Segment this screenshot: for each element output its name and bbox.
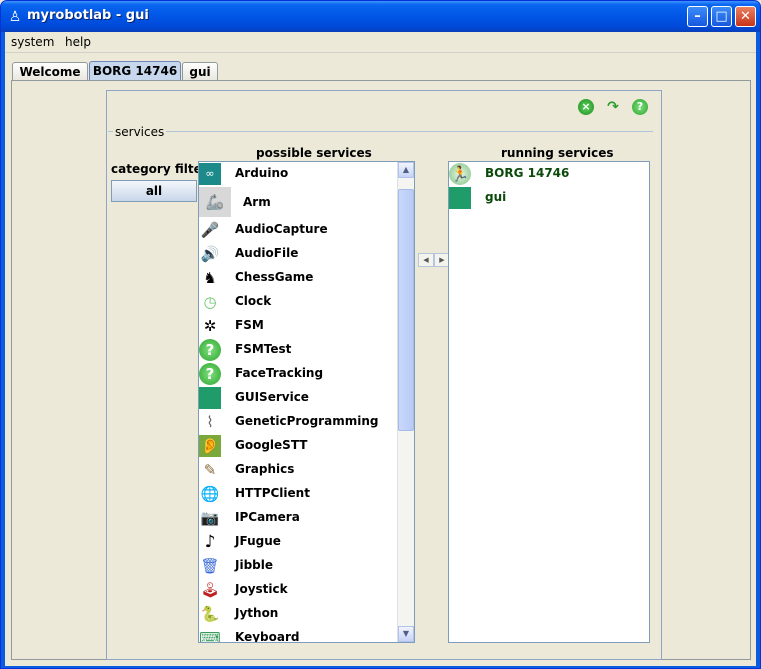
list-item[interactable]: 👂 GoogleSTT (199, 434, 414, 458)
service-panel: × ↷ ? services category filters all poss… (106, 90, 662, 660)
list-item[interactable]: 📷 IPCamera (199, 506, 414, 530)
list-item[interactable]: 🌐 HTTPClient (199, 482, 414, 506)
list-item[interactable]: GUIService (199, 386, 414, 410)
camera-icon: 📷 (200, 509, 220, 527)
menu-bar: system help (5, 32, 756, 53)
list-item[interactable]: 🕹 Joystick (199, 578, 414, 602)
jibble-icon: 🗑 (200, 557, 220, 575)
genetic-icon: ⌇ (206, 413, 214, 431)
list-item[interactable]: gui (449, 186, 649, 210)
title-bar[interactable]: ♙ myrobotlab - gui – □ ✕ (1, 1, 760, 32)
list-item[interactable]: ♪ JFugue (199, 530, 414, 554)
joystick-icon: 🕹 (200, 581, 220, 599)
list-item[interactable]: ? FaceTracking (199, 362, 414, 386)
microphone-icon: 🎤 (200, 221, 220, 239)
chess-icon: ♞ (203, 269, 217, 287)
app-icon: ♙ (8, 9, 22, 25)
ear-icon: 👂 (199, 435, 221, 457)
list-item[interactable]: 🎤 AudioCapture (199, 218, 414, 242)
help-icon: ? (199, 339, 221, 361)
monitor-icon (449, 187, 471, 209)
tab-borg[interactable]: BORG 14746 (89, 61, 181, 80)
close-button[interactable]: ✕ (735, 6, 756, 27)
menu-system[interactable]: system (11, 35, 54, 49)
refresh-icon[interactable]: ↷ (605, 99, 621, 115)
clock-icon: ◷ (203, 293, 217, 311)
release-icon[interactable]: × (578, 99, 594, 115)
tab-gui[interactable]: gui (182, 62, 218, 80)
list-item[interactable]: ? FSMTest (199, 338, 414, 362)
python-icon: 🐍 (200, 605, 220, 623)
possible-services-scrollbar[interactable]: ▲ ▼ (397, 162, 414, 642)
minimize-button[interactable]: – (687, 6, 708, 27)
list-item[interactable]: ✎ Graphics (199, 458, 414, 482)
running-services-header: running services (501, 146, 614, 160)
running-services-list[interactable]: 🏃 BORG 14746 gui (448, 161, 650, 643)
keyboard-icon: ⌨ (199, 629, 221, 643)
possible-services-header: possible services (256, 146, 372, 160)
arm-icon: 🦾 (199, 187, 231, 217)
list-item[interactable]: 🦾 Arm (199, 186, 414, 218)
application-window: ♙ myrobotlab - gui – □ ✕ system help Wel… (0, 0, 761, 669)
window-client-area: system help Welcome BORG 14746 gui × ↷ ?… (5, 32, 756, 666)
menu-help[interactable]: help (65, 35, 91, 49)
scroll-down-button[interactable]: ▼ (398, 626, 414, 642)
services-label: services (113, 125, 167, 139)
tab-welcome[interactable]: Welcome (12, 62, 88, 80)
speaker-icon: 🔊 (200, 245, 220, 263)
maximize-button[interactable]: □ (711, 6, 732, 27)
list-item[interactable]: ♞ ChessGame (199, 266, 414, 290)
arduino-icon: ∞ (199, 163, 221, 185)
list-item[interactable]: 🐍 Jython (199, 602, 414, 626)
list-item[interactable]: 🗑 Jibble (199, 554, 414, 578)
list-item[interactable]: ⌨ Keyboard (199, 626, 414, 643)
scroll-thumb[interactable] (398, 189, 414, 431)
runtime-icon: 🏃 (449, 163, 471, 185)
help-icon[interactable]: ? (632, 99, 648, 115)
possible-services-list[interactable]: ∞ Arduino 🦾 Arm 🎤 AudioCapture 🔊 AudioFile ♞… (198, 161, 415, 643)
fsm-icon: ✲ (203, 317, 217, 335)
list-item[interactable]: 🏃 BORG 14746 (449, 162, 649, 186)
list-item[interactable]: ✲ FSM (199, 314, 414, 338)
help-icon: ? (199, 363, 221, 385)
move-left-button[interactable]: ◀ (418, 253, 434, 267)
monitor-icon (199, 387, 221, 409)
list-item[interactable]: ⌇ GeneticProgramming (199, 410, 414, 434)
list-item[interactable]: ◷ Clock (199, 290, 414, 314)
graphics-icon: ✎ (203, 461, 217, 479)
window-title: myrobotlab - gui (27, 8, 149, 23)
music-note-icon: ♪ (204, 532, 216, 552)
http-icon: 🌐 (200, 485, 220, 503)
list-item[interactable]: ∞ Arduino (199, 162, 414, 186)
scroll-up-button[interactable]: ▲ (398, 162, 414, 178)
tab-panel: × ↷ ? services category filters all poss… (11, 80, 751, 660)
all-filter-button[interactable]: all (111, 180, 197, 202)
list-item[interactable]: 🔊 AudioFile (199, 242, 414, 266)
